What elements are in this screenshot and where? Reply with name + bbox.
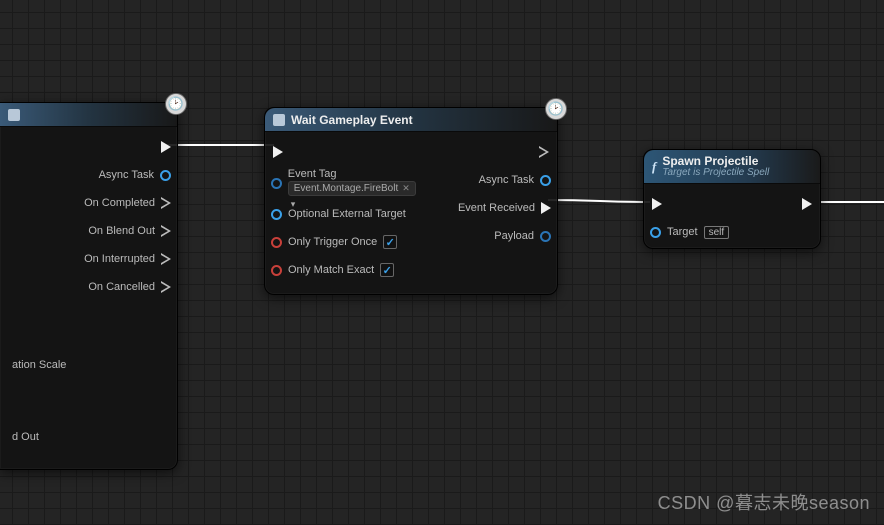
node-header: f Spawn Projectile Target is Projectile … xyxy=(644,150,820,184)
target-self-value[interactable]: self xyxy=(704,226,730,239)
input-d-out[interactable]: d Out xyxy=(0,423,177,451)
input-event-tag[interactable]: Event Tag Event.Montage.FireBolt ✕ ▾ xyxy=(265,166,432,200)
exec-pin-icon xyxy=(161,197,171,209)
remove-tag-icon[interactable]: ✕ xyxy=(402,183,410,194)
exec-pin-icon xyxy=(161,281,171,293)
object-pin-icon xyxy=(650,227,661,238)
node-spawn-projectile[interactable]: f Spawn Projectile Target is Projectile … xyxy=(643,149,821,249)
exec-row xyxy=(265,138,557,166)
output-event-received[interactable]: Event Received xyxy=(432,194,557,222)
node-body: Target self xyxy=(644,184,820,256)
node-header: Wait Gameplay Event xyxy=(265,108,557,132)
function-icon: f xyxy=(652,159,656,175)
event-tag-chip[interactable]: Event.Montage.FireBolt ✕ xyxy=(288,181,416,196)
node-subtitle: Target is Projectile Spell xyxy=(662,167,769,178)
input-optional-external-target[interactable]: Optional External Target xyxy=(265,200,432,228)
node-body: Event Tag Event.Montage.FireBolt ✕ ▾ Opt… xyxy=(265,132,557,294)
struct-pin-icon xyxy=(540,231,551,242)
output-on-cancelled[interactable]: On Cancelled xyxy=(0,273,177,301)
node-body: Async Task On Completed On Blend Out On … xyxy=(0,127,177,461)
output-on-completed[interactable]: On Completed xyxy=(0,189,177,217)
checkbox-only-trigger-once[interactable]: ✓ xyxy=(383,235,397,249)
object-pin-icon xyxy=(271,209,282,220)
node-icon xyxy=(8,109,20,121)
checkbox-only-match-exact[interactable]: ✓ xyxy=(380,263,394,277)
exec-in-pin-icon[interactable] xyxy=(273,146,283,158)
input-only-trigger-once[interactable]: Only Trigger Once ✓ xyxy=(265,228,432,256)
exec-out-pin-icon[interactable] xyxy=(539,146,549,158)
output-payload[interactable]: Payload xyxy=(432,222,557,250)
output-async-task[interactable]: Async Task xyxy=(432,166,557,194)
exec-out-pin-icon[interactable] xyxy=(802,198,812,210)
node-play-montage-partial[interactable]: 🕑 Async Task On Completed On Blend Out O… xyxy=(0,102,178,470)
input-only-match-exact[interactable]: Only Match Exact ✓ xyxy=(265,256,432,284)
output-on-interrupted[interactable]: On Interrupted xyxy=(0,245,177,273)
exec-pin-icon xyxy=(161,141,171,153)
object-pin-icon xyxy=(160,170,171,181)
node-icon xyxy=(273,114,285,126)
node-header xyxy=(0,103,177,127)
exec-pin-icon xyxy=(541,202,551,214)
node-wait-gameplay-event[interactable]: 🕑 Wait Gameplay Event Event Tag Event.Mo… xyxy=(264,107,558,295)
clock-icon: 🕑 xyxy=(165,93,187,115)
exec-out[interactable] xyxy=(0,133,177,161)
clock-icon: 🕑 xyxy=(545,98,567,120)
node-title: Wait Gameplay Event xyxy=(291,113,413,127)
bool-pin-icon xyxy=(271,265,282,276)
bool-pin-icon xyxy=(271,237,282,248)
exec-row xyxy=(644,190,820,218)
exec-in-pin-icon[interactable] xyxy=(652,198,662,210)
input-ation-scale[interactable]: ation Scale xyxy=(0,351,177,379)
output-async-task[interactable]: Async Task xyxy=(0,161,177,189)
exec-pin-icon xyxy=(161,253,171,265)
exec-pin-icon xyxy=(161,225,171,237)
object-pin-icon xyxy=(540,175,551,186)
input-target[interactable]: Target self xyxy=(644,218,820,246)
output-on-blend-out[interactable]: On Blend Out xyxy=(0,217,177,245)
struct-pin-icon xyxy=(271,178,282,189)
